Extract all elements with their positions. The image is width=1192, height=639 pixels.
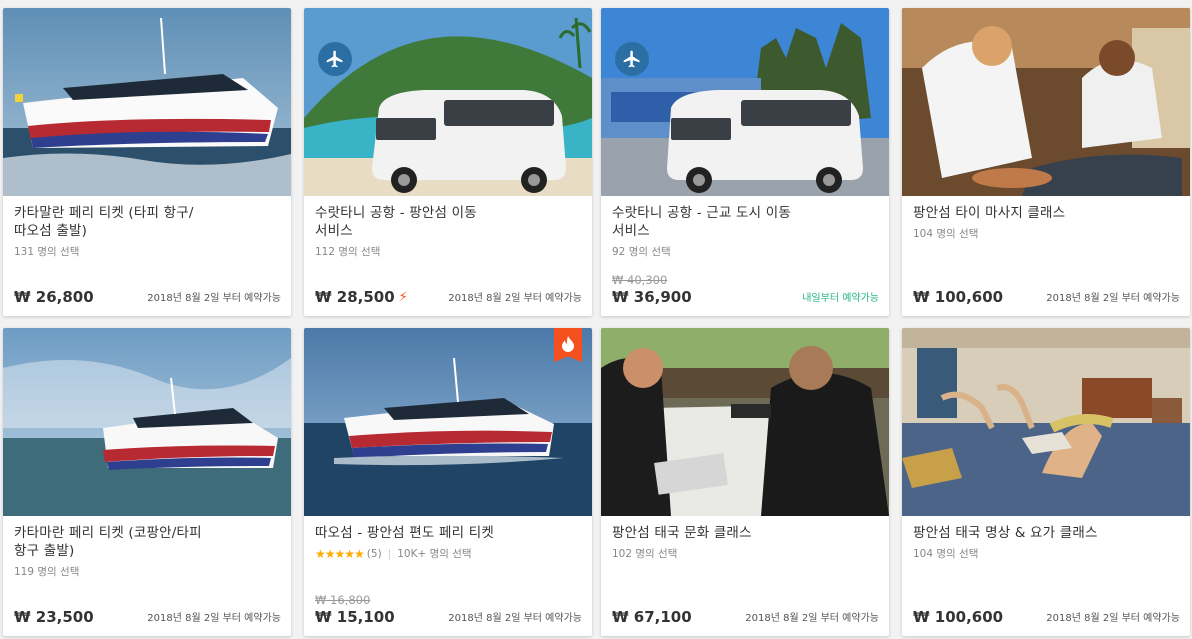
activity-card[interactable]: 팡안섬 태국 명상 & 요가 클래스 104 명의 선택 ₩ 100,600 2…: [902, 328, 1190, 636]
availability-text: 2018년 8월 2일 부터 예약가능: [448, 613, 582, 624]
card-title[interactable]: 수랏타니 공항 - 근교 도시 이동 서비스: [612, 204, 879, 240]
booked-count: 92 명의 선택: [612, 246, 671, 258]
booked-count: 131 명의 선택: [14, 246, 80, 258]
booked-count: 104 명의 선택: [913, 228, 979, 240]
activity-image[interactable]: [3, 328, 291, 516]
activity-card[interactable]: 팡안섬 타이 마사지 클래스 104 명의 선택 ₩ 100,600 2018년…: [902, 8, 1190, 316]
activity-card[interactable]: 카타말란 페리 티켓 (타피 항구/따오섬 출발) 131 명의 선택 ₩ 26…: [3, 8, 291, 316]
card-title[interactable]: 수랏타니 공항 - 팡안섬 이동 서비스: [315, 204, 582, 240]
price: ₩ 36,900: [612, 288, 692, 306]
activity-image[interactable]: [902, 328, 1190, 516]
activity-image[interactable]: [304, 328, 592, 516]
card-title[interactable]: 팡안섬 타이 마사지 클래스: [913, 204, 1180, 222]
booked-count: 102 명의 선택: [612, 548, 678, 560]
original-price: ₩ 40,300: [612, 273, 668, 287]
activity-card[interactable]: 수랏타니 공항 - 근교 도시 이동 서비스 92 명의 선택 ₩ 40,300 …: [601, 8, 889, 316]
divider: |: [387, 547, 392, 560]
card-title[interactable]: 카타말란 페리 티켓 (타피 항구/따오섬 출발): [14, 204, 281, 240]
price: ₩ 100,600: [913, 608, 1004, 626]
activity-image[interactable]: [3, 8, 291, 196]
booked-count: 104 명의 선택: [913, 548, 979, 560]
activity-card[interactable]: 수랏타니 공항 - 팡안섬 이동 서비스 112 명의 선택 ₩ 28,500 ⚡ …: [304, 8, 592, 316]
review-count[interactable]: (5): [367, 548, 382, 560]
booked-count: 10K+ 명의 선택: [397, 548, 472, 560]
activity-image[interactable]: [902, 8, 1190, 196]
card-title[interactable]: 팡안섬 태국 명상 & 요가 클래스: [913, 524, 1180, 542]
activity-grid: 카타말란 페리 티켓 (타피 항구/따오섬 출발) 131 명의 선택 ₩ 26…: [0, 0, 1192, 639]
availability-text: 2018년 8월 2일 부터 예약가능: [147, 613, 281, 624]
original-price: ₩ 16,800: [315, 593, 371, 607]
price: ₩ 23,500: [14, 608, 94, 626]
price: ₩ 28,500 ⚡: [315, 288, 408, 306]
rating-row: ★★★★★ (5) | 10K+ 명의 선택: [315, 546, 582, 561]
card-title[interactable]: 팡안섬 태국 문화 클래스: [612, 524, 879, 542]
price: ₩ 15,100: [315, 608, 395, 626]
availability-text: 2018년 8월 2일 부터 예약가능: [147, 293, 281, 304]
plane-icon: [615, 42, 649, 76]
activity-card[interactable]: 따오섬 - 팡안섬 편도 페리 티켓 ★★★★★ (5) | 10K+ 명의 선…: [304, 328, 592, 636]
activity-card[interactable]: 카타마란 페리 티켓 (코팡안/타피 항구 출발) 119 명의 선택 ₩ 23,…: [3, 328, 291, 636]
availability-text: 2018년 8월 2일 부터 예약가능: [745, 613, 879, 624]
activity-image[interactable]: [601, 8, 889, 196]
booked-count: 119 명의 선택: [14, 566, 80, 578]
availability-text: 2018년 8월 2일 부터 예약가능: [1046, 293, 1180, 304]
price: ₩ 26,800: [14, 288, 94, 306]
card-title[interactable]: 카타마란 페리 티켓 (코팡안/타피 항구 출발): [14, 524, 281, 560]
booked-count: 112 명의 선택: [315, 246, 381, 258]
activity-card[interactable]: 팡안섬 태국 문화 클래스 102 명의 선택 ₩ 67,100 2018년 8…: [601, 328, 889, 636]
activity-image[interactable]: [601, 328, 889, 516]
availability-text: 2018년 8월 2일 부터 예약가능: [1046, 613, 1180, 624]
lightning-icon: ⚡: [398, 289, 408, 305]
star-rating: ★★★★★: [315, 546, 365, 561]
availability-text: 내일부터 예약가능: [802, 293, 879, 304]
price: ₩ 67,100: [612, 608, 692, 626]
card-title[interactable]: 따오섬 - 팡안섬 편도 페리 티켓: [315, 524, 582, 542]
activity-image[interactable]: [304, 8, 592, 196]
price: ₩ 100,600: [913, 288, 1004, 306]
plane-icon: [318, 42, 352, 76]
availability-text: 2018년 8월 2일 부터 예약가능: [448, 293, 582, 304]
